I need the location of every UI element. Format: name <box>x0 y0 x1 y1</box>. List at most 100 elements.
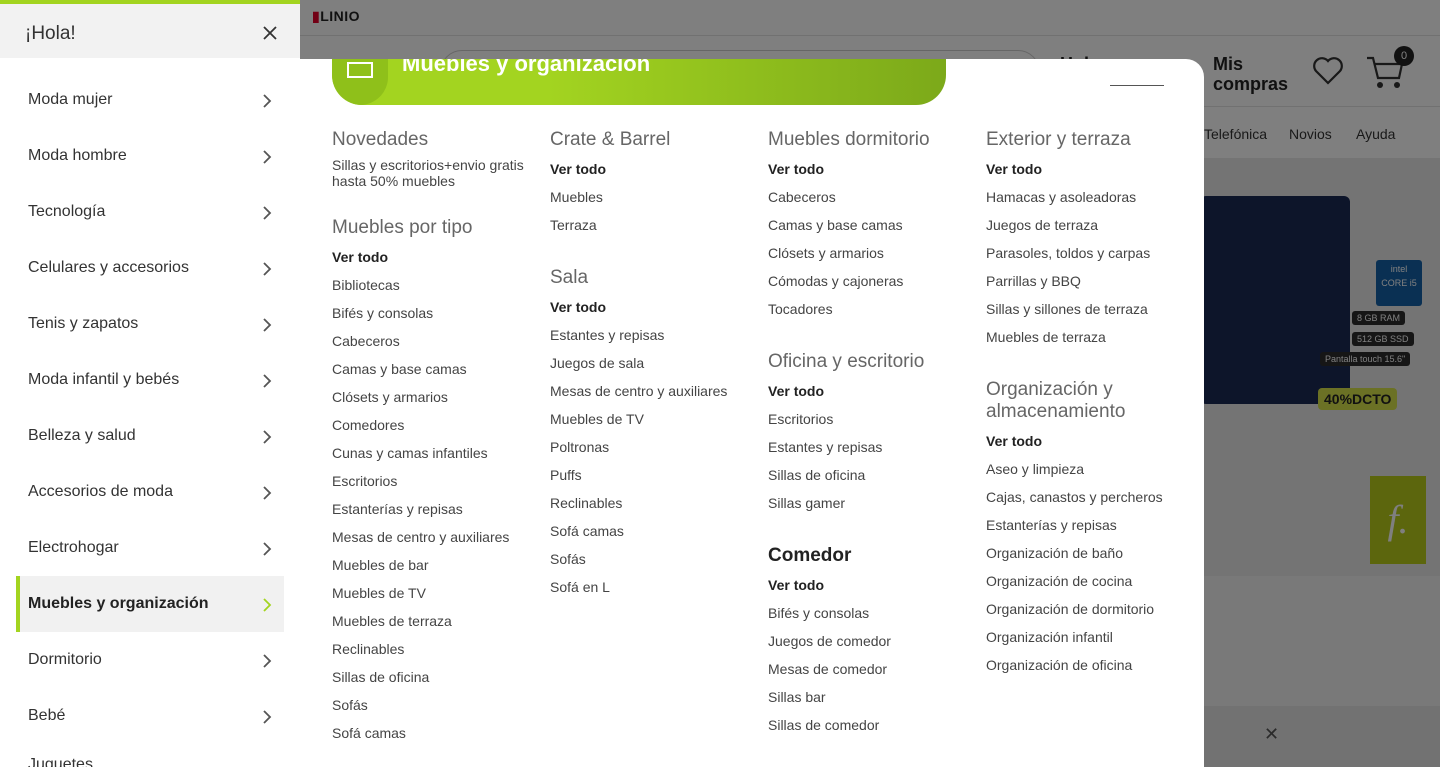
drawer-item-tenis-y-zapatos[interactable]: Tenis y zapatos <box>16 296 284 352</box>
panel-category-banner[interactable]: Muebles y organización <box>332 59 946 105</box>
menu-link-juegos-de-comedor[interactable]: Juegos de comedor <box>768 627 968 655</box>
ver-todo-link[interactable]: Ver todo <box>550 293 750 321</box>
menu-link-sofas[interactable]: Sofás <box>332 691 532 719</box>
menu-group-title[interactable]: Exterior y terraza <box>986 129 1176 151</box>
menu-link-tocadores[interactable]: Tocadores <box>768 295 968 323</box>
menu-link-muebles-de-tv[interactable]: Muebles de TV <box>550 405 750 433</box>
menu-link-comedores[interactable]: Comedores <box>332 411 532 439</box>
menu-link-sofas[interactable]: Sofás <box>550 545 750 573</box>
menu-group-muebles-por-tipo: Muebles por tipo Ver todo Bibliotecas Bifés… <box>332 217 532 747</box>
drawer-item-partial[interactable]: Juguetes <box>28 756 93 767</box>
menu-link-muebles-de-tv[interactable]: Muebles de TV <box>332 579 532 607</box>
menu-link-organizacion-de-cocina[interactable]: Organización de cocina <box>986 567 1176 595</box>
ver-todo-link[interactable]: Ver todo <box>332 243 532 271</box>
menu-link-estanterias-y-repisas[interactable]: Estanterías y repisas <box>332 495 532 523</box>
menu-link-closets-y-armarios[interactable]: Clósets y armarios <box>332 383 532 411</box>
drawer-item-tecnologia[interactable]: Tecnología <box>16 184 284 240</box>
menu-link-sofa-en-l[interactable]: Sofá en L <box>550 573 750 601</box>
menu-group-comedor: Comedor Ver todo Bifés y consolas Juegos de… <box>768 545 968 739</box>
chevron-right-icon <box>263 206 272 220</box>
drawer-item-dormitorio[interactable]: Dormitorio <box>16 632 284 688</box>
menu-group-muebles-dormitorio: Muebles dormitorio Ver todo Cabeceros Camas… <box>768 129 968 323</box>
menu-link-juegos-de-sala[interactable]: Juegos de sala <box>550 349 750 377</box>
menu-link-escritorios[interactable]: Escritorios <box>768 405 968 433</box>
menu-link-muebles-de-bar[interactable]: Muebles de bar <box>332 551 532 579</box>
menu-link-mesas-de-comedor[interactable]: Mesas de comedor <box>768 655 968 683</box>
menu-group-title[interactable]: Sala <box>550 267 750 289</box>
menu-link-sillas-y-sillones-de-terraza[interactable]: Sillas y sillones de terraza <box>986 295 1176 323</box>
menu-link-bifes-y-consolas[interactable]: Bifés y consolas <box>768 599 968 627</box>
drawer-item-moda-infantil-y-bebes[interactable]: Moda infantil y bebés <box>16 352 284 408</box>
drawer-item-muebles-y-organizacion[interactable]: Muebles y organización <box>16 576 284 632</box>
menu-link-sofa-camas[interactable]: Sofá camas <box>332 719 532 747</box>
menu-group-title[interactable]: Organización y almacenamiento <box>986 379 1176 423</box>
menu-group-title[interactable]: Crate & Barrel <box>550 129 750 151</box>
menu-link-bibliotecas[interactable]: Bibliotecas <box>332 271 532 299</box>
menu-link-bifes-y-consolas[interactable]: Bifés y consolas <box>332 299 532 327</box>
menu-link-estantes-y-repisas[interactable]: Estantes y repisas <box>768 433 968 461</box>
menu-link-parrillas-y-bbq[interactable]: Parrillas y BBQ <box>986 267 1176 295</box>
menu-link-camas-y-base-camas[interactable]: Camas y base camas <box>332 355 532 383</box>
menu-link-cunas-y-camas-infantiles[interactable]: Cunas y camas infantiles <box>332 439 532 467</box>
menu-link-reclinables[interactable]: Reclinables <box>550 489 750 517</box>
chevron-right-icon <box>263 486 272 500</box>
menu-promo-link[interactable]: Sillas y escritorios+envio gratis hasta … <box>332 157 532 189</box>
menu-link-reclinables[interactable]: Reclinables <box>332 635 532 663</box>
ver-todo-link[interactable]: Ver todo <box>768 377 968 405</box>
menu-link-escritorios[interactable]: Escritorios <box>332 467 532 495</box>
menu-link-terraza[interactable]: Terraza <box>550 211 750 239</box>
drawer-item-label: Tenis y zapatos <box>28 315 139 332</box>
menu-link-poltronas[interactable]: Poltronas <box>550 433 750 461</box>
menu-link-sillas-de-oficina[interactable]: Sillas de oficina <box>768 461 968 489</box>
menu-link-mesas-de-centro-y-auxiliares[interactable]: Mesas de centro y auxiliares <box>550 377 750 405</box>
menu-link-sillas-bar[interactable]: Sillas bar <box>768 683 968 711</box>
drawer-item-label: Moda infantil y bebés <box>28 371 180 388</box>
menu-link-sofa-camas[interactable]: Sofá camas <box>550 517 750 545</box>
menu-link-estanterias-y-repisas[interactable]: Estanterías y repisas <box>986 511 1176 539</box>
menu-link-closets-y-armarios[interactable]: Clósets y armarios <box>768 239 968 267</box>
menu-group-title[interactable]: Comedor <box>768 545 968 567</box>
menu-link-sillas-gamer[interactable]: Sillas gamer <box>768 489 968 517</box>
drawer-item-moda-mujer[interactable]: Moda mujer <box>16 72 284 128</box>
ver-todo-link[interactable]: Ver todo <box>986 427 1176 455</box>
menu-group-title[interactable]: Muebles por tipo <box>332 217 532 239</box>
drawer-item-moda-hombre[interactable]: Moda hombre <box>16 128 284 184</box>
menu-column-3: Muebles dormitorio Ver todo Cabeceros Camas… <box>768 129 968 767</box>
menu-link-comodas-y-cajoneras[interactable]: Cómodas y cajoneras <box>768 267 968 295</box>
menu-link-mesas-de-centro-y-auxiliares[interactable]: Mesas de centro y auxiliares <box>332 523 532 551</box>
menu-link-estantes-y-repisas[interactable]: Estantes y repisas <box>550 321 750 349</box>
menu-link-parasoles-toldos-y-carpas[interactable]: Parasoles, toldos y carpas <box>986 239 1176 267</box>
menu-link-muebles[interactable]: Muebles <box>550 183 750 211</box>
drawer-item-electrohogar[interactable]: Electrohogar <box>16 520 284 576</box>
menu-link-aseo-y-limpieza[interactable]: Aseo y limpieza <box>986 455 1176 483</box>
menu-link-organizacion-de-bano[interactable]: Organización de baño <box>986 539 1176 567</box>
menu-link-cabeceros[interactable]: Cabeceros <box>332 327 532 355</box>
drawer-header: ¡Hola! <box>0 4 300 58</box>
menu-group-title[interactable]: Oficina y escritorio <box>768 351 968 373</box>
ver-todo-link[interactable]: Ver todo <box>986 155 1176 183</box>
menu-link-organizacion-de-oficina[interactable]: Organización de oficina <box>986 651 1176 679</box>
drawer-item-belleza-y-salud[interactable]: Belleza y salud <box>16 408 284 464</box>
drawer-item-accesorios-de-moda[interactable]: Accesorios de moda <box>16 464 284 520</box>
close-icon[interactable] <box>258 21 282 45</box>
menu-link-puffs[interactable]: Puffs <box>550 461 750 489</box>
menu-link-muebles-de-terraza[interactable]: Muebles de terraza <box>986 323 1176 351</box>
menu-link-organizacion-infantil[interactable]: Organización infantil <box>986 623 1176 651</box>
menu-link-juegos-de-terraza[interactable]: Juegos de terraza <box>986 211 1176 239</box>
menu-link-camas-y-base-camas[interactable]: Camas y base camas <box>768 211 968 239</box>
drawer-item-bebe[interactable]: Bebé <box>16 688 284 744</box>
menu-link-hamacas-y-asoleadoras[interactable]: Hamacas y asoleadoras <box>986 183 1176 211</box>
menu-group-title[interactable]: Novedades <box>332 129 532 151</box>
menu-group-title[interactable]: Muebles dormitorio <box>768 129 968 151</box>
menu-group-exterior-y-terraza: Exterior y terraza Ver todo Hamacas y asol… <box>986 129 1176 351</box>
ver-todo-link[interactable]: Ver todo <box>768 155 968 183</box>
menu-link-cajas-canastos-y-percheros[interactable]: Cajas, canastos y percheros <box>986 483 1176 511</box>
ver-todo-link[interactable]: Ver todo <box>550 155 750 183</box>
menu-link-sillas-de-oficina[interactable]: Sillas de oficina <box>332 663 532 691</box>
menu-link-muebles-de-terraza[interactable]: Muebles de terraza <box>332 607 532 635</box>
menu-link-sillas-de-comedor[interactable]: Sillas de comedor <box>768 711 968 739</box>
menu-link-organizacion-de-dormitorio[interactable]: Organización de dormitorio <box>986 595 1176 623</box>
menu-link-cabeceros[interactable]: Cabeceros <box>768 183 968 211</box>
ver-todo-link[interactable]: Ver todo <box>768 571 968 599</box>
drawer-item-celulares-y-accesorios[interactable]: Celulares y accesorios <box>16 240 284 296</box>
